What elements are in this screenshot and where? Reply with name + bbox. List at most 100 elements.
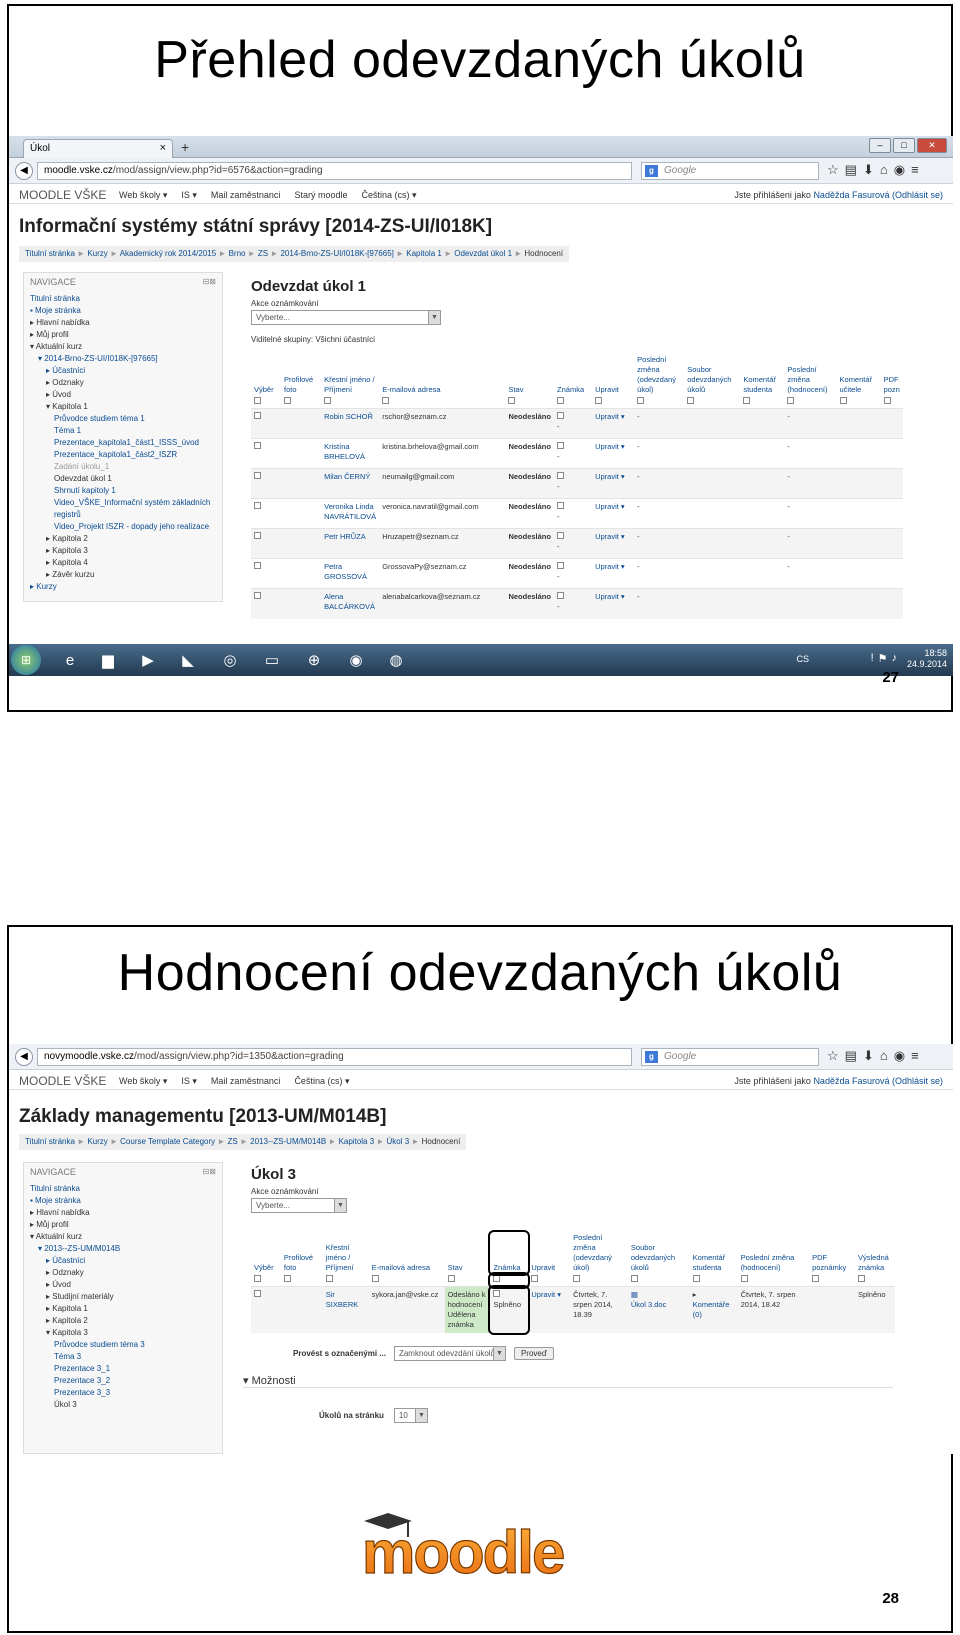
- column-header[interactable]: Soubor odevzdaných úkolů: [628, 1232, 690, 1274]
- login-user[interactable]: Naděžda Fasurová (Odhlásit se): [813, 190, 943, 200]
- star-icon[interactable]: ☆: [827, 162, 839, 178]
- select-checkbox[interactable]: [254, 502, 261, 509]
- edit-menu[interactable]: Upravit ▾: [592, 588, 635, 619]
- select-checkbox[interactable]: [254, 562, 261, 569]
- collapse-column-icon[interactable]: [595, 397, 603, 404]
- column-header[interactable]: Výběr: [251, 1232, 281, 1274]
- collapse-column-icon[interactable]: [284, 397, 292, 404]
- back-arrow-icon[interactable]: ◀: [15, 1048, 33, 1066]
- collapse-column-icon[interactable]: [743, 397, 751, 404]
- column-header[interactable]: Křestní jméno / Příjmení: [323, 1232, 369, 1274]
- grade-edit-icon[interactable]: [557, 502, 565, 509]
- column-header[interactable]: Známka: [554, 354, 592, 396]
- edit-menu[interactable]: Upravit ▾: [592, 498, 635, 529]
- per-page-select[interactable]: 10 ▼: [393, 1408, 428, 1423]
- student-name[interactable]: Petr HRŮZA: [321, 528, 380, 559]
- collapse-column-icon[interactable]: [382, 397, 390, 404]
- edit-menu[interactable]: Upravit ▾: [592, 408, 635, 439]
- download-icon[interactable]: ⬇: [863, 162, 874, 178]
- nav-item[interactable]: Titulní stránka: [30, 1183, 216, 1195]
- remote-desktop-icon[interactable]: ◣: [171, 647, 205, 673]
- column-header[interactable]: Profilové foto: [281, 354, 321, 396]
- collapse-column-icon[interactable]: [447, 1275, 455, 1282]
- new-tab-button[interactable]: +: [181, 139, 189, 155]
- column-header[interactable]: Komentář učitele: [837, 354, 881, 396]
- grade-edit-icon[interactable]: [493, 1290, 501, 1297]
- breadcrumb-item[interactable]: Akademický rok 2014/2015: [120, 249, 217, 258]
- nav-item[interactable]: ▸ Účastníci: [30, 1255, 216, 1267]
- collapse-column-icon[interactable]: [254, 1275, 261, 1282]
- nav-item[interactable]: ▾ Kapitola 3: [30, 1327, 216, 1339]
- breadcrumb-item[interactable]: ZS: [228, 1137, 238, 1146]
- breadcrumb-item[interactable]: Brno: [229, 249, 246, 258]
- select-checkbox[interactable]: [254, 592, 261, 599]
- submission-file-link[interactable]: Úkol 3.doc: [631, 1300, 666, 1309]
- nav-item[interactable]: Prezentace 3_3: [30, 1387, 216, 1399]
- nav-item[interactable]: Úkol 3: [30, 1399, 216, 1411]
- options-heading[interactable]: ▾ Možnosti: [243, 1374, 893, 1388]
- column-header[interactable]: Upravit: [592, 354, 634, 396]
- grading-actions-select[interactable]: Vyberte... ▼: [251, 1198, 347, 1213]
- nav-item[interactable]: ▾ Aktuální kurz: [30, 341, 216, 353]
- select-checkbox[interactable]: [254, 472, 261, 479]
- breadcrumb-item[interactable]: Kurzy: [87, 1137, 107, 1146]
- volume-icon[interactable]: ♪: [892, 652, 898, 665]
- breadcrumb-item[interactable]: Kapitola 1: [406, 249, 442, 258]
- column-header[interactable]: Křestní jméno / Příjmení: [321, 354, 379, 396]
- nav-item[interactable]: ▸ Kapitola 4: [30, 557, 216, 569]
- student-name[interactable]: Alena BALCÁRKOVÁ: [321, 588, 380, 619]
- nav-item[interactable]: ▸ Kapitola 2: [30, 1315, 216, 1327]
- grading-actions-select[interactable]: Vyberte... ▼: [251, 310, 441, 325]
- menu-item[interactable]: Mail zaměstnanci: [211, 1076, 281, 1087]
- nav-item[interactable]: ▾ 2014-Brno-ZS-UI/I018K-[97665]: [30, 353, 216, 365]
- breadcrumb-item[interactable]: Kurzy: [87, 249, 107, 258]
- column-header[interactable]: Poslední změna (odevzdaný úkol): [570, 1232, 628, 1274]
- nav-item[interactable]: Prezentace 3_1: [30, 1363, 216, 1375]
- edit-menu[interactable]: Upravit ▾: [592, 468, 635, 499]
- nav-item[interactable]: ▪ Moje stránka: [30, 305, 216, 317]
- column-header[interactable]: Poslední změna (hodnocení): [738, 1232, 810, 1274]
- column-header[interactable]: Výsledná známka: [855, 1232, 895, 1274]
- nav-item[interactable]: ▸ Studijní materiály: [30, 1291, 216, 1303]
- nav-item[interactable]: Průvodce studiem téma 3: [30, 1339, 216, 1351]
- nav-item[interactable]: ▸ Můj profil: [30, 329, 216, 341]
- menu-item[interactable]: IS ▾: [181, 1076, 197, 1087]
- breadcrumb-item[interactable]: 2014-Brno-ZS-UI/I018K-[97665]: [280, 249, 393, 258]
- expand-icon[interactable]: ▸: [693, 1290, 697, 1299]
- nav-item[interactable]: Shrnutí kapitoly 1: [30, 485, 216, 497]
- nav-item[interactable]: ▸ Kapitola 3: [30, 545, 216, 557]
- column-header[interactable]: Profilové foto: [281, 1232, 323, 1274]
- firefox-icon[interactable]: ◉: [339, 647, 373, 673]
- collapse-column-icon[interactable]: [687, 397, 695, 404]
- nav-item[interactable]: ▸ Odznaky: [30, 377, 216, 389]
- student-name[interactable]: Sir SIXBERK: [322, 1286, 369, 1333]
- nav-item[interactable]: Téma 3: [30, 1351, 216, 1363]
- collapse-column-icon[interactable]: [531, 1275, 539, 1282]
- close-tab-icon[interactable]: ×: [160, 142, 166, 154]
- column-header[interactable]: Komentář studenta: [740, 354, 784, 396]
- column-header[interactable]: E-mailová adresa: [379, 354, 505, 396]
- bulk-actions-select[interactable]: Zamknout odevzdání úkolů ▼: [393, 1346, 506, 1361]
- powerpoint-icon[interactable]: ▭: [255, 647, 289, 673]
- clipboard-icon[interactable]: ▤: [845, 162, 857, 178]
- file-explorer-icon[interactable]: ▆: [91, 647, 125, 673]
- nav-item[interactable]: Odevzdat úkol 1: [30, 473, 216, 485]
- block-controls-icon[interactable]: ⊟⊠: [203, 277, 216, 286]
- nav-item[interactable]: ▸ Můj profil: [30, 1219, 216, 1231]
- nav-item[interactable]: ▪ Moje stránka: [30, 1195, 216, 1207]
- column-header[interactable]: PDF pozn: [881, 354, 903, 396]
- column-header[interactable]: Poslední změna (hodnocení): [784, 354, 836, 396]
- download-icon[interactable]: ⬇: [863, 1048, 874, 1064]
- breadcrumb-item[interactable]: Titulní stránka: [25, 1137, 75, 1146]
- skype-icon[interactable]: ◉: [894, 1048, 905, 1064]
- collapse-column-icon[interactable]: [812, 1275, 820, 1282]
- column-header[interactable]: E-mailová adresa: [369, 1232, 445, 1274]
- student-name[interactable]: Petra GROSSOVÁ: [321, 558, 380, 589]
- collapse-column-icon[interactable]: [573, 1275, 581, 1282]
- nav-item[interactable]: ▸ Úvod: [30, 1279, 216, 1291]
- breadcrumb-item[interactable]: Odevzdat úkol 1: [454, 249, 512, 258]
- tab-ukol[interactable]: Úkol ×: [23, 139, 173, 158]
- column-header[interactable]: Upravit: [528, 1232, 570, 1274]
- grade-edit-icon[interactable]: [557, 472, 565, 479]
- breadcrumb-item[interactable]: Titulní stránka: [25, 249, 75, 258]
